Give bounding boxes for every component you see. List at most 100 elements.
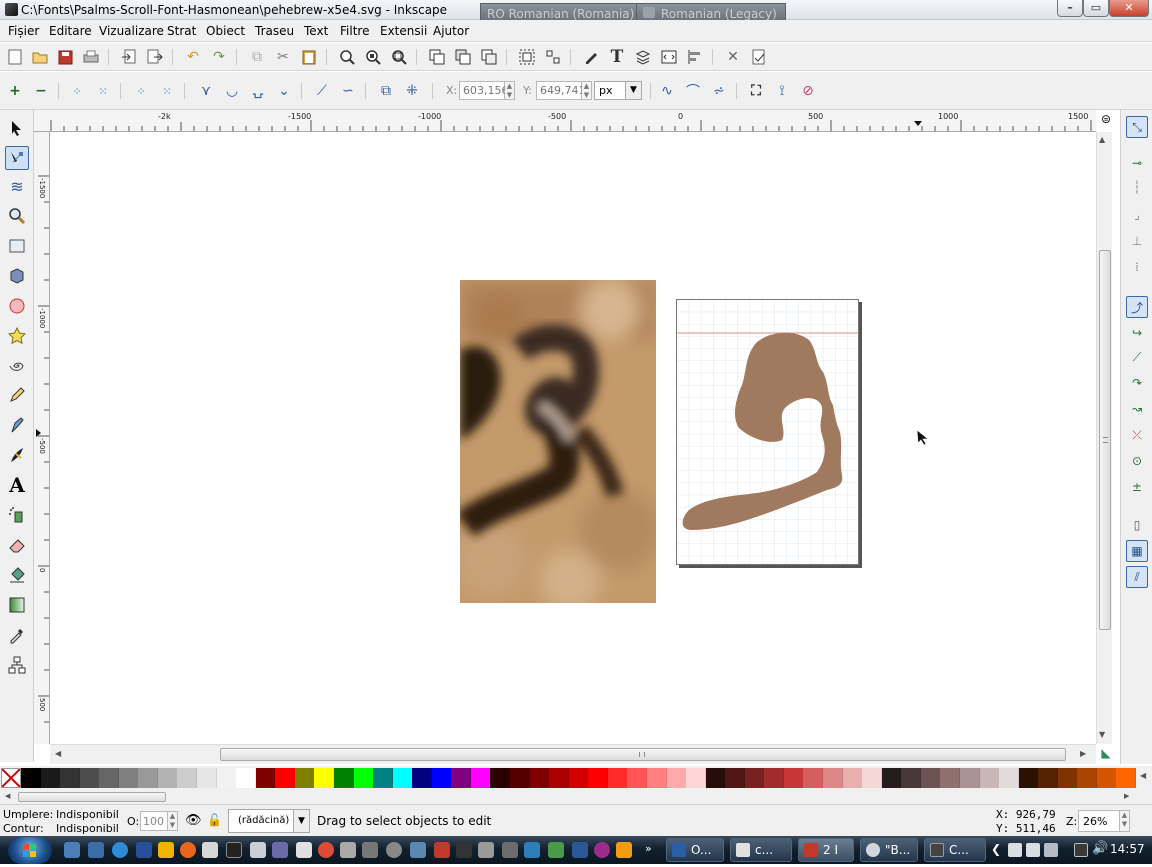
close-button[interactable]: ✕ bbox=[1109, 0, 1149, 17]
app-quicklaunch-icon[interactable] bbox=[572, 842, 588, 858]
no-paint-swatch[interactable] bbox=[1, 768, 21, 788]
spiral-tool-icon[interactable] bbox=[5, 354, 29, 378]
tray-expand-icon[interactable]: ❮ bbox=[991, 842, 1001, 856]
color-swatch[interactable] bbox=[959, 768, 980, 788]
segment-line-icon[interactable]: ⟋ bbox=[312, 81, 332, 101]
preferences-icon[interactable]: ✕ bbox=[723, 47, 743, 67]
x-coordinate-spinner[interactable]: ▲ ▼ bbox=[505, 81, 515, 100]
color-swatch[interactable] bbox=[1038, 768, 1059, 788]
color-swatch[interactable] bbox=[60, 768, 81, 788]
color-swatch[interactable] bbox=[901, 768, 922, 788]
snap-bbox-icon[interactable]: ⊸ bbox=[1126, 152, 1148, 174]
menu-edit[interactable]: Editare bbox=[49, 24, 92, 38]
color-swatch[interactable] bbox=[725, 768, 746, 788]
color-management-icon[interactable]: ◣ bbox=[1098, 746, 1114, 762]
snap-page-border-icon[interactable]: ▯ bbox=[1126, 514, 1148, 536]
vertical-scrollbar[interactable]: ▲ ▼ bbox=[1096, 132, 1112, 744]
duplicate-icon[interactable] bbox=[427, 47, 447, 67]
color-swatch[interactable] bbox=[373, 768, 394, 788]
color-swatch[interactable] bbox=[255, 768, 276, 788]
start-button[interactable] bbox=[8, 837, 52, 864]
gradient-tool-icon[interactable] bbox=[5, 593, 29, 617]
document-page[interactable] bbox=[676, 299, 859, 565]
show-desktop-icon[interactable] bbox=[64, 842, 80, 858]
color-swatch[interactable] bbox=[881, 768, 902, 788]
color-swatch[interactable] bbox=[451, 768, 472, 788]
insert-node-icon[interactable]: + bbox=[5, 81, 25, 101]
pen-tool-icon[interactable] bbox=[5, 413, 29, 437]
palette-menu-arrow-icon[interactable]: ◀ bbox=[1140, 771, 1146, 780]
star-tool-icon[interactable] bbox=[5, 324, 29, 348]
color-swatch[interactable] bbox=[686, 768, 707, 788]
network-icon[interactable] bbox=[1074, 843, 1088, 857]
import-icon[interactable] bbox=[119, 47, 139, 67]
stroke-value[interactable]: Indisponibil bbox=[56, 822, 119, 835]
align-distribute-icon[interactable] bbox=[685, 47, 705, 67]
taskbar-button[interactable]: O... bbox=[666, 838, 724, 862]
inkscape-app-icon[interactable] bbox=[5, 3, 18, 16]
undo-icon[interactable]: ↶ bbox=[183, 47, 203, 67]
zoom-drawing-icon[interactable] bbox=[363, 47, 383, 67]
horizontal-scroll-thumb[interactable] bbox=[220, 748, 1066, 761]
color-swatch[interactable] bbox=[568, 768, 589, 788]
color-swatch[interactable] bbox=[79, 768, 100, 788]
vlc-icon[interactable] bbox=[616, 842, 632, 858]
color-swatch[interactable] bbox=[118, 768, 139, 788]
pencil-tool-icon[interactable] bbox=[5, 383, 29, 407]
color-swatch[interactable] bbox=[314, 768, 335, 788]
menu-filters[interactable]: Filtre bbox=[340, 24, 369, 38]
color-swatch[interactable] bbox=[920, 768, 941, 788]
eraser-tool-icon[interactable] bbox=[5, 533, 29, 557]
text-tool-icon[interactable]: A bbox=[5, 473, 29, 497]
app-quicklaunch-icon[interactable] bbox=[340, 842, 356, 858]
menu-text[interactable]: Text bbox=[304, 24, 328, 38]
color-swatch[interactable] bbox=[392, 768, 413, 788]
snap-bbox-center-icon[interactable]: ⁞ bbox=[1126, 256, 1148, 278]
color-swatch[interactable] bbox=[1057, 768, 1078, 788]
layers-icon[interactable] bbox=[633, 47, 653, 67]
snap-intersections-icon[interactable]: ⟋ bbox=[1126, 346, 1148, 368]
tray-app-icon[interactable] bbox=[1008, 843, 1022, 857]
export-icon[interactable] bbox=[145, 47, 165, 67]
app-quicklaunch-icon[interactable] bbox=[434, 842, 450, 858]
palette-scroll-right-icon[interactable]: ▶ bbox=[1124, 792, 1129, 800]
color-swatch[interactable] bbox=[529, 768, 550, 788]
horizontal-ruler[interactable]: -2k -1500 -1000 -500 0 500 1000 1500 bbox=[34, 110, 1096, 132]
zoom-tool-icon[interactable] bbox=[5, 204, 29, 228]
color-swatch[interactable] bbox=[666, 768, 687, 788]
snap-grid-icon[interactable]: ▦ bbox=[1126, 540, 1148, 562]
segment-curve-icon[interactable]: ∽ bbox=[338, 81, 358, 101]
taskbar-button[interactable]: c... bbox=[730, 838, 792, 862]
paint-bucket-tool-icon[interactable] bbox=[5, 563, 29, 587]
color-swatch[interactable] bbox=[940, 768, 961, 788]
zoom-selection-icon[interactable] bbox=[337, 47, 357, 67]
media-player-icon[interactable] bbox=[158, 842, 174, 858]
stroke-to-path-icon[interactable]: ⁜ bbox=[402, 81, 422, 101]
save-disk-icon[interactable] bbox=[136, 842, 152, 858]
calculator-icon[interactable] bbox=[250, 842, 266, 858]
show-mask-icon[interactable]: ⟟ bbox=[772, 81, 792, 101]
color-swatch[interactable] bbox=[157, 768, 178, 788]
color-swatch[interactable] bbox=[21, 768, 41, 788]
switch-windows-icon[interactable] bbox=[88, 842, 104, 858]
color-swatch[interactable] bbox=[216, 768, 237, 788]
maximize-button[interactable]: ▭ bbox=[1083, 0, 1109, 17]
snap-smooth-nodes-icon[interactable]: ↝ bbox=[1126, 398, 1148, 420]
command-prompt-icon[interactable] bbox=[226, 842, 242, 858]
color-swatch[interactable] bbox=[510, 768, 531, 788]
color-swatch[interactable] bbox=[627, 768, 648, 788]
break-path-icon[interactable]: ⁙ bbox=[93, 81, 113, 101]
snap-object-centers-icon[interactable]: ⊙ bbox=[1126, 450, 1148, 472]
app-quicklaunch-icon[interactable] bbox=[524, 842, 540, 858]
cusp-node-icon[interactable]: ⋎ bbox=[196, 81, 216, 101]
color-swatch[interactable] bbox=[1077, 768, 1098, 788]
color-swatch[interactable] bbox=[862, 768, 883, 788]
firefox-icon[interactable] bbox=[180, 842, 196, 858]
color-swatch[interactable] bbox=[764, 768, 785, 788]
layer-visibility-eye-icon[interactable]: 👁 bbox=[185, 813, 202, 828]
color-swatch[interactable] bbox=[803, 768, 824, 788]
tweak-tool-icon[interactable]: ≋ bbox=[5, 174, 29, 198]
vertical-ruler[interactable]: -1500 -1000 -500 0 500 bbox=[34, 132, 50, 744]
app-quicklaunch-icon[interactable] bbox=[478, 842, 494, 858]
opacity-input[interactable]: 100 bbox=[140, 811, 168, 831]
